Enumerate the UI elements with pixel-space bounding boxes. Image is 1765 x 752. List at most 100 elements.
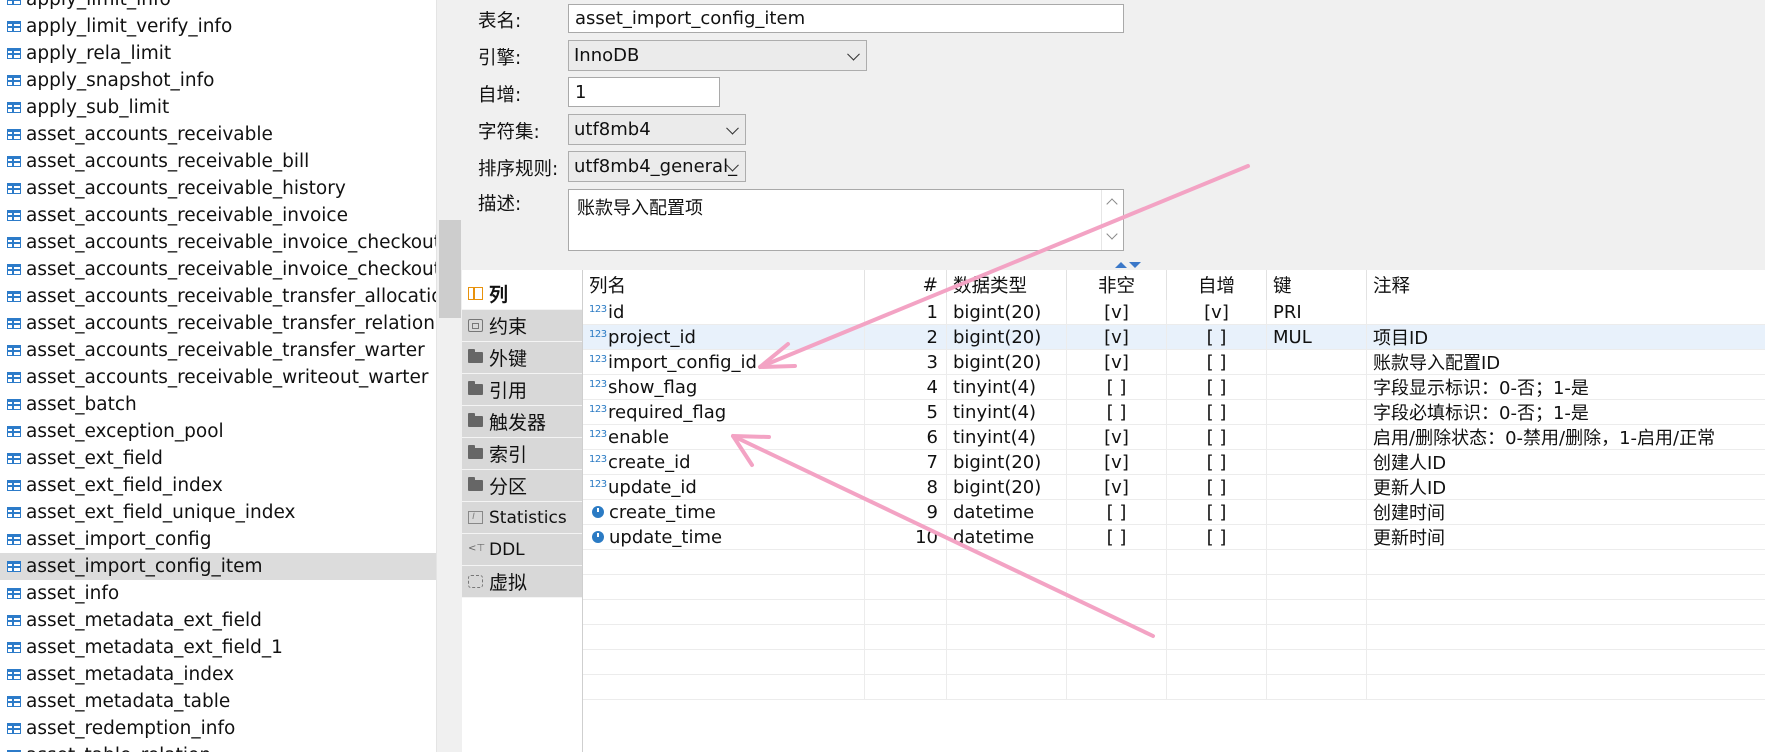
description-textarea[interactable]: 账款导入配置项 — [568, 189, 1124, 251]
cell-autoinc[interactable]: [ ] — [1167, 475, 1267, 499]
cell-name[interactable]: 123 required_flag — [583, 400, 865, 424]
cell-notnull[interactable]: [v] — [1067, 450, 1167, 474]
table-row[interactable]: 123 required_flag 5 tinyint(4) [ ] [ ] 字段必填标识：… — [583, 400, 1765, 425]
table-list-item[interactable]: apply_rela_limit — [0, 40, 436, 67]
sidebar-scrollbar-thumb[interactable] — [439, 220, 461, 318]
cell-key[interactable] — [1267, 475, 1367, 499]
cell-autoinc[interactable]: [ ] — [1167, 525, 1267, 549]
cell-notnull[interactable]: [ ] — [1067, 400, 1167, 424]
cell-name[interactable]: 123 import_config_id — [583, 350, 865, 374]
sidebar-scrollbar[interactable] — [436, 0, 462, 752]
cell-notnull[interactable]: [v] — [1067, 475, 1167, 499]
scroll-up-icon[interactable] — [1106, 198, 1118, 210]
cell-type[interactable]: tinyint(4) — [947, 375, 1067, 399]
tab-statistics[interactable]: Statistics — [462, 502, 582, 534]
table-list-item[interactable]: asset_metadata_table — [0, 688, 436, 715]
table-row[interactable]: 123 create_id 7 bigint(20) [v] [ ] 创建人ID — [583, 450, 1765, 475]
cell-key[interactable]: MUL — [1267, 325, 1367, 349]
charset-select[interactable]: utf8mb4 — [568, 114, 746, 145]
cell-comment[interactable] — [1367, 300, 1765, 324]
cell-autoinc[interactable]: [ ] — [1167, 350, 1267, 374]
table-list-item[interactable]: asset_accounts_receivable_invoice_checko… — [0, 256, 436, 283]
engine-select[interactable]: InnoDB — [568, 40, 867, 71]
header-not-null[interactable]: 非空 — [1067, 270, 1167, 300]
table-row[interactable]: 123 enable 6 tinyint(4) [v] [ ] 启用/删除状态：0-禁用/删… — [583, 425, 1765, 450]
cell-key[interactable] — [1267, 425, 1367, 449]
table-list-item[interactable]: asset_accounts_receivable_invoice — [0, 202, 436, 229]
table-list-item[interactable]: asset_accounts_receivable_transfer_relat… — [0, 310, 436, 337]
cell-type[interactable]: tinyint(4) — [947, 400, 1067, 424]
table-list-item[interactable]: asset_table_relation — [0, 742, 436, 752]
cell-autoinc[interactable]: [ ] — [1167, 375, 1267, 399]
cell-comment[interactable]: 创建人ID — [1367, 450, 1765, 474]
cell-key[interactable] — [1267, 500, 1367, 524]
cell-name[interactable]: 123 show_flag — [583, 375, 865, 399]
cell-comment[interactable]: 项目ID — [1367, 325, 1765, 349]
table-list-item[interactable]: asset_accounts_receivable_bill — [0, 148, 436, 175]
cell-comment[interactable]: 启用/删除状态：0-禁用/删除，1-启用/正常 — [1367, 425, 1765, 449]
cell-key[interactable] — [1267, 375, 1367, 399]
cell-notnull[interactable]: [ ] — [1067, 500, 1167, 524]
cell-name[interactable]: 123 project_id — [583, 325, 865, 349]
cell-notnull[interactable]: [ ] — [1067, 525, 1167, 549]
cell-notnull[interactable]: [v] — [1067, 425, 1167, 449]
tab-ddl[interactable]: <⊤ DDL — [462, 534, 582, 566]
cell-type[interactable]: bigint(20) — [947, 300, 1067, 324]
table-list-item[interactable]: asset_accounts_receivable_transfer_warte… — [0, 337, 436, 364]
cell-autoinc[interactable]: [ ] — [1167, 325, 1267, 349]
table-list-item[interactable]: asset_import_config_item — [0, 553, 436, 580]
table-list-item[interactable]: asset_redemption_info — [0, 715, 436, 742]
cell-type[interactable]: bigint(20) — [947, 475, 1067, 499]
table-list-item[interactable]: apply_limit_verify_info — [0, 13, 436, 40]
header-key[interactable]: 键 — [1267, 270, 1367, 300]
table-list-item[interactable]: asset_ext_field_index — [0, 472, 436, 499]
table-name-input[interactable]: asset_import_config_item — [568, 4, 1124, 33]
table-list-item[interactable]: asset_accounts_receivable_writeout_warte… — [0, 364, 436, 391]
cell-num[interactable]: 3 — [865, 350, 947, 374]
tab-foreign-keys[interactable]: 外键 — [462, 342, 582, 374]
tab-indexes[interactable]: 索引 — [462, 438, 582, 470]
cell-name[interactable]: 123 create_id — [583, 450, 865, 474]
description-scrollbar[interactable] — [1101, 190, 1123, 250]
cell-autoinc[interactable]: [ ] — [1167, 425, 1267, 449]
cell-key[interactable]: PRI — [1267, 300, 1367, 324]
cell-autoinc[interactable]: [ ] — [1167, 500, 1267, 524]
table-list-item[interactable]: asset_accounts_receivable_invoice_checko… — [0, 229, 436, 256]
header-column-name[interactable]: 列名 — [583, 270, 865, 300]
cell-num[interactable]: 8 — [865, 475, 947, 499]
cell-notnull[interactable]: [ ] — [1067, 375, 1167, 399]
cell-num[interactable]: 2 — [865, 325, 947, 349]
table-row[interactable]: 123 show_flag 4 tinyint(4) [ ] [ ] 字段显示标识：0-否；… — [583, 375, 1765, 400]
cell-type[interactable]: tinyint(4) — [947, 425, 1067, 449]
cell-num[interactable]: 7 — [865, 450, 947, 474]
header-data-type[interactable]: 数据类型 — [947, 270, 1067, 300]
cell-num[interactable]: 5 — [865, 400, 947, 424]
table-row[interactable]: update_time 10 datetime [ ] [ ] 更新时间 — [583, 525, 1765, 550]
cell-comment[interactable]: 更新时间 — [1367, 525, 1765, 549]
table-row[interactable]: 123 id 1 bigint(20) [v] [v] PRI — [583, 300, 1765, 325]
splitter-up-icon[interactable] — [1115, 262, 1127, 268]
cell-comment[interactable]: 字段显示标识：0-否；1-是 — [1367, 375, 1765, 399]
table-list-item[interactable]: asset_metadata_ext_field_1 — [0, 634, 436, 661]
table-list-item[interactable]: asset_metadata_index — [0, 661, 436, 688]
table-list-item[interactable]: apply_limit_info — [0, 0, 436, 13]
cell-key[interactable] — [1267, 350, 1367, 374]
tab-partitions[interactable]: 分区 — [462, 470, 582, 502]
cell-key[interactable] — [1267, 525, 1367, 549]
table-list-item[interactable]: asset_accounts_receivable — [0, 121, 436, 148]
cell-name[interactable]: 123 id — [583, 300, 865, 324]
cell-comment[interactable]: 字段必填标识：0-否；1-是 — [1367, 400, 1765, 424]
cell-type[interactable]: bigint(20) — [947, 325, 1067, 349]
table-list-item[interactable]: asset_import_config — [0, 526, 436, 553]
cell-type[interactable]: bigint(20) — [947, 350, 1067, 374]
cell-num[interactable]: 10 — [865, 525, 947, 549]
tab-triggers[interactable]: 触发器 — [462, 406, 582, 438]
cell-autoinc[interactable]: [ ] — [1167, 400, 1267, 424]
scroll-down-icon[interactable] — [1106, 228, 1118, 240]
cell-num[interactable]: 1 — [865, 300, 947, 324]
cell-num[interactable]: 6 — [865, 425, 947, 449]
cell-autoinc[interactable]: [v] — [1167, 300, 1267, 324]
table-row[interactable]: 123 update_id 8 bigint(20) [v] [ ] 更新人ID — [583, 475, 1765, 500]
table-row[interactable]: 123 project_id 2 bigint(20) [v] [ ] MUL 项目ID — [583, 325, 1765, 350]
header-auto-increment[interactable]: 自增 — [1167, 270, 1267, 300]
